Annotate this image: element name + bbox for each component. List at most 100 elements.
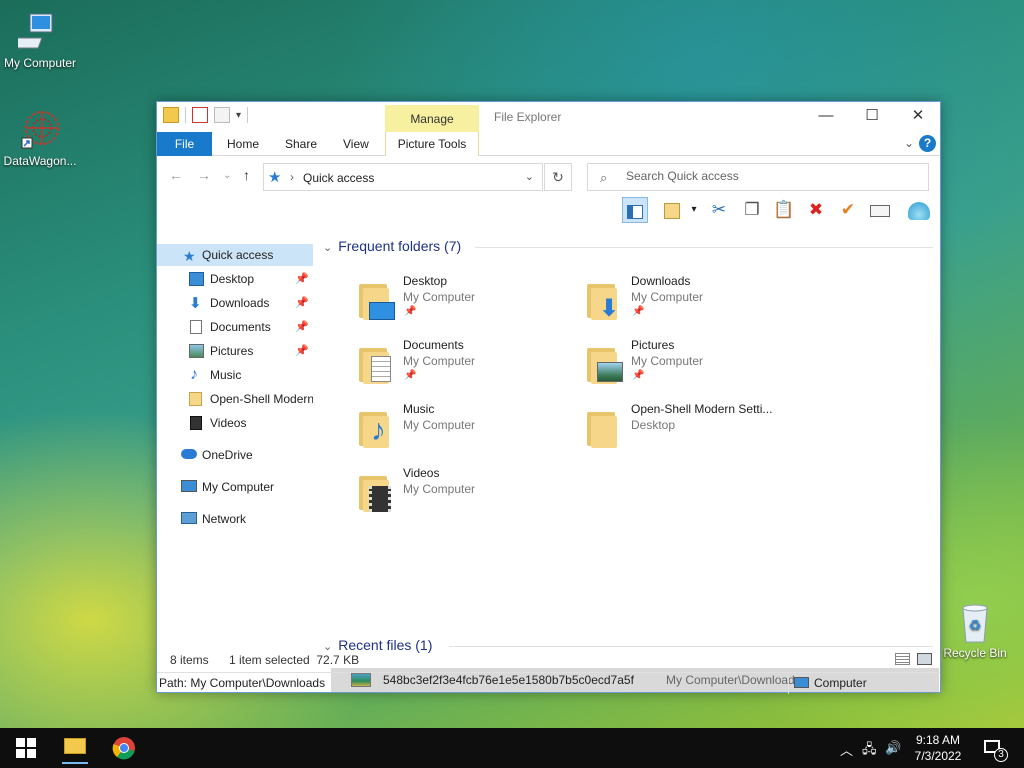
sidebar-item-onedrive[interactable]: OneDrive bbox=[157, 444, 313, 466]
zone-label: Computer bbox=[814, 676, 867, 690]
search-icon: ⌕ bbox=[600, 170, 608, 185]
properties-icon[interactable] bbox=[192, 107, 208, 123]
sidebar-item-desktop[interactable]: Desktop 📌 bbox=[157, 268, 313, 290]
sidebar-item-videos[interactable]: Videos bbox=[157, 412, 313, 434]
cut-icon[interactable]: ✂ bbox=[706, 197, 732, 223]
folder-icon bbox=[357, 468, 397, 512]
chevron-down-icon[interactable]: ▾ bbox=[681, 197, 707, 223]
sidebar-item-quick-access[interactable]: ★ Quick access bbox=[157, 244, 313, 266]
zone-indicator: Computer bbox=[788, 673, 940, 694]
folder-icon[interactable] bbox=[163, 107, 179, 123]
action-center-button[interactable]: 3 bbox=[982, 736, 1008, 762]
chevron-down-icon: ⌄ bbox=[323, 242, 333, 254]
sidebar-item-label: Videos bbox=[210, 416, 247, 430]
pin-icon[interactable]: 📌 bbox=[295, 292, 309, 314]
refresh-icon: ↻ bbox=[552, 169, 564, 185]
document-icon bbox=[190, 320, 202, 334]
details-view-icon[interactable] bbox=[895, 653, 910, 665]
tab-file[interactable]: File bbox=[157, 132, 212, 156]
sidebar-item-downloads[interactable]: ⬇ Downloads 📌 bbox=[157, 292, 313, 314]
sidebar-item-music[interactable]: ♪ Music bbox=[157, 364, 313, 386]
recent-locations-chevron-icon[interactable]: ⌄ bbox=[223, 170, 231, 181]
sidebar-item-open-shell[interactable]: Open-Shell Modern bbox=[157, 388, 313, 410]
refresh-button[interactable]: ↻ bbox=[544, 163, 572, 191]
desktop-icon-label: DataWagon... bbox=[3, 154, 77, 168]
datawagon-icon bbox=[18, 108, 62, 152]
tab-home[interactable]: Home bbox=[227, 132, 259, 156]
new-folder-icon[interactable] bbox=[214, 107, 230, 123]
folder-tile[interactable]: Videos My Computer bbox=[357, 464, 577, 520]
close-button[interactable]: ✕ bbox=[895, 102, 941, 132]
help-icon[interactable]: ? bbox=[919, 135, 936, 152]
chevron-down-icon[interactable]: ▾ bbox=[236, 110, 241, 121]
path-text: Path: My Computer\Downloads bbox=[159, 676, 326, 690]
expand-ribbon-icon[interactable]: ⌄ bbox=[904, 136, 914, 150]
minimize-icon: — bbox=[818, 107, 834, 124]
tab-manage[interactable]: Manage bbox=[385, 105, 479, 132]
forward-arrow-icon[interactable]: → bbox=[197, 167, 211, 183]
rename-button[interactable] bbox=[867, 197, 893, 223]
up-arrow-icon[interactable]: ↑ bbox=[243, 167, 250, 183]
clock-date: 7/3/2022 bbox=[914, 749, 962, 763]
frequent-folders-header[interactable]: ⌄ Frequent folders (7) bbox=[323, 238, 461, 254]
taskbar-chrome[interactable] bbox=[112, 736, 136, 760]
pin-icon: 📌 bbox=[632, 370, 645, 381]
folder-tile[interactable]: ♪ Music My Computer bbox=[357, 400, 577, 456]
volume-icon[interactable]: 🔊 bbox=[885, 740, 901, 756]
clock[interactable]: 9:18 AM 7/3/2022 bbox=[905, 732, 971, 764]
sidebar-item-network[interactable]: Network bbox=[157, 508, 313, 530]
taskbar-file-explorer[interactable] bbox=[62, 732, 88, 764]
computer-icon bbox=[181, 480, 197, 492]
sidebar-item-my-computer[interactable]: My Computer bbox=[157, 476, 313, 498]
divider bbox=[475, 247, 933, 248]
folder-tile[interactable]: Pictures My Computer 📌 bbox=[585, 336, 805, 392]
sidebar-item-label: My Computer bbox=[202, 480, 275, 494]
pictures-icon bbox=[189, 344, 204, 358]
back-arrow-icon[interactable]: ← bbox=[169, 167, 183, 183]
folder-location: Desktop bbox=[631, 418, 676, 432]
navigation-pane-button[interactable] bbox=[622, 197, 648, 223]
tab-picture-tools[interactable]: Picture Tools bbox=[385, 132, 479, 156]
star-icon: ★ bbox=[268, 169, 282, 186]
sidebar-item-pictures[interactable]: Pictures 📌 bbox=[157, 340, 313, 362]
folder-icon bbox=[585, 340, 625, 384]
pin-icon[interactable]: 📌 bbox=[295, 340, 309, 362]
desktop-icon-label: Recycle Bin bbox=[943, 646, 1007, 660]
folder-tile[interactable]: Open-Shell Modern Setti... Desktop bbox=[585, 400, 805, 456]
item-count: 8 items bbox=[170, 653, 209, 667]
desktop-icon-recycle-bin[interactable]: ♻ Recycle Bin bbox=[933, 600, 1017, 660]
checkmark-icon[interactable]: ✔ bbox=[835, 197, 861, 223]
status-bar: 8 items 1 item selected 72.7 KB bbox=[157, 650, 940, 670]
pin-icon: 📌 bbox=[404, 306, 417, 317]
network-icon[interactable]: 🖧 bbox=[862, 740, 877, 762]
tab-share[interactable]: Share bbox=[285, 132, 317, 156]
delete-icon[interactable]: ✖ bbox=[803, 197, 829, 223]
minimize-button[interactable]: — bbox=[803, 102, 849, 132]
desktop-icon-my-computer[interactable]: My Computer bbox=[0, 10, 82, 70]
copy-icon[interactable]: ❐ bbox=[739, 197, 765, 223]
sidebar-item-label: Network bbox=[202, 512, 247, 526]
chrome-icon bbox=[112, 737, 135, 760]
divider bbox=[449, 646, 933, 647]
tab-view[interactable]: View bbox=[343, 132, 369, 156]
folder-location: My Computer bbox=[403, 354, 476, 368]
folder-tile[interactable]: Desktop My Computer 📌 bbox=[357, 272, 577, 328]
pin-icon[interactable]: 📌 bbox=[295, 268, 309, 290]
chevron-down-icon[interactable]: ⌄ bbox=[525, 170, 534, 183]
chevron-right-icon[interactable]: › bbox=[290, 170, 294, 184]
search-input[interactable] bbox=[626, 169, 916, 183]
paste-icon[interactable]: 📋 bbox=[771, 197, 797, 223]
address-bar[interactable]: ★ › Quick access ⌄ bbox=[263, 163, 543, 191]
pin-icon[interactable]: 📌 bbox=[295, 316, 309, 338]
start-button[interactable] bbox=[14, 736, 38, 760]
sidebar-item-documents[interactable]: Documents 📌 bbox=[157, 316, 313, 338]
shell-button[interactable] bbox=[906, 197, 932, 223]
large-icons-view-icon[interactable] bbox=[917, 653, 932, 665]
sidebar-item-label: Music bbox=[210, 368, 242, 382]
search-box: ⌕ bbox=[587, 163, 929, 191]
folder-tile[interactable]: ⬇ Downloads My Computer 📌 bbox=[585, 272, 805, 328]
maximize-button[interactable]: ☐ bbox=[849, 102, 895, 132]
desktop-icon-datawagon[interactable]: DataWagon... bbox=[0, 108, 82, 168]
folder-tile[interactable]: Documents My Computer 📌 bbox=[357, 336, 577, 392]
show-hidden-icons-chevron-icon[interactable]: ︿ bbox=[840, 740, 853, 759]
